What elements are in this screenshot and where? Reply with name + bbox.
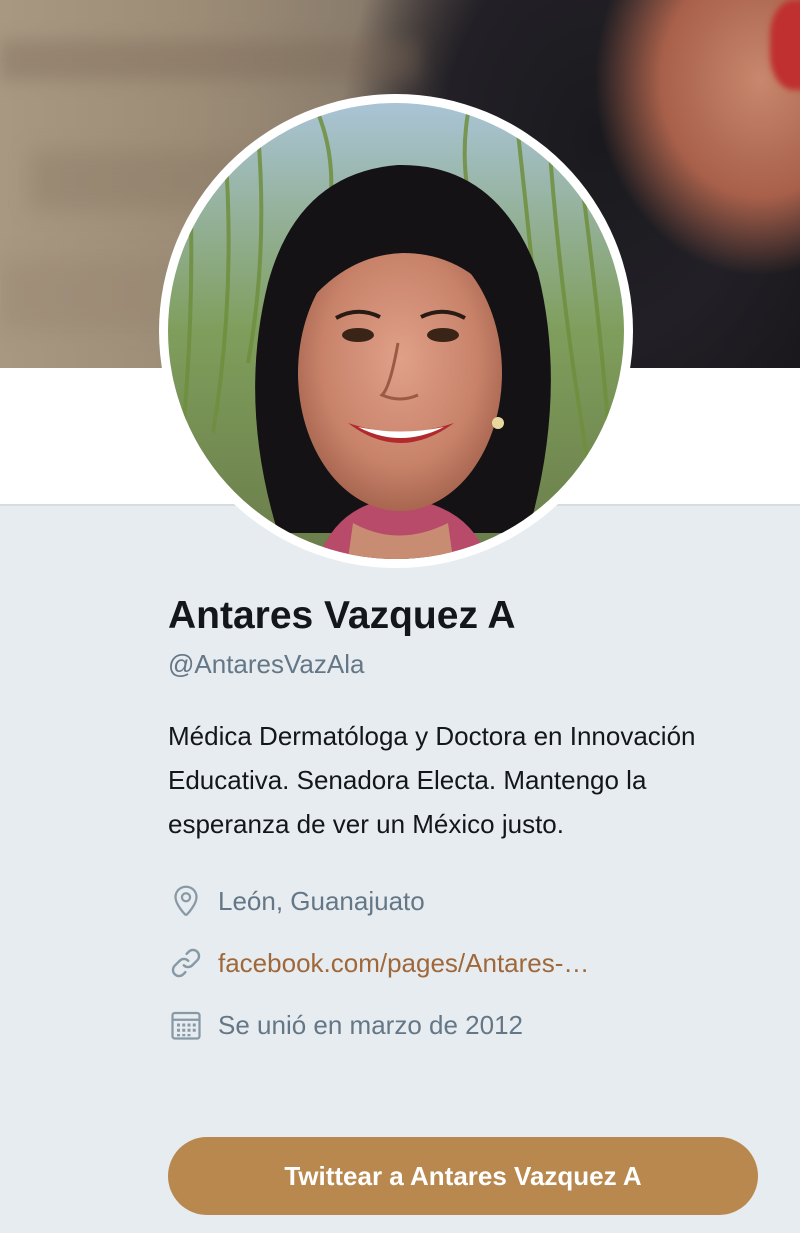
profile-info: Antares Vazquez A @AntaresVazAla Médica … [168, 588, 768, 1056]
website-row: facebook.com/pages/Antares-… [168, 932, 768, 994]
profile-name[interactable]: Antares Vazquez A [168, 588, 768, 644]
profile-page: Antares Vazquez A @AntaresVazAla Médica … [0, 0, 800, 1233]
profile-handle[interactable]: @AntaresVazAla [168, 646, 768, 682]
joined-row: Se unió en marzo de 2012 [168, 994, 768, 1056]
location-text: León, Guanajuato [218, 885, 425, 916]
tweet-to-button[interactable]: Twittear a Antares Vazquez A [168, 1137, 758, 1215]
location-row: León, Guanajuato [168, 870, 768, 932]
avatar-photo [168, 103, 624, 559]
map-pin-icon [174, 885, 198, 916]
avatar[interactable] [159, 94, 633, 568]
profile-meta: León, Guanajuato facebook.com/pages/Anta… [168, 870, 768, 1056]
website-link[interactable]: facebook.com/pages/Antares-… [218, 948, 589, 979]
profile-bio: Médica Dermatóloga y Doctora en Innovaci… [168, 721, 696, 839]
joined-text: Se unió en marzo de 2012 [218, 1009, 523, 1040]
calendar-icon [171, 1011, 201, 1040]
link-icon [171, 948, 201, 978]
